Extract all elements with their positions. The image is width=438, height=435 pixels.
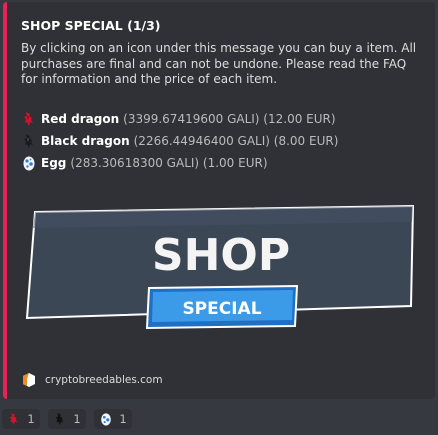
reaction-egg[interactable]: 1 bbox=[94, 409, 132, 429]
list-item: Red dragon (3399.67419600 GALI) (12.00 E… bbox=[21, 108, 431, 130]
reaction-count: 1 bbox=[73, 412, 81, 426]
list-item: Egg (283.30618300 GALI) (1.00 EUR) bbox=[21, 152, 431, 174]
banner-special-text: SPECIAL bbox=[182, 299, 261, 319]
reaction-black-dragon[interactable]: 1 bbox=[48, 409, 86, 429]
embed-description: By clicking on an icon under this messag… bbox=[21, 41, 417, 86]
item-price: (2266.44946400 GALI) (8.00 EUR) bbox=[133, 134, 339, 148]
reaction-red-dragon[interactable]: 1 bbox=[2, 409, 40, 429]
red-dragon-icon bbox=[9, 412, 18, 426]
cryptobreedables-logo-icon bbox=[23, 373, 35, 387]
item-list: Red dragon (3399.67419600 GALI) (12.00 E… bbox=[21, 108, 431, 174]
reaction-count: 1 bbox=[119, 412, 127, 426]
item-price: (283.30618300 GALI) (1.00 EUR) bbox=[70, 156, 268, 170]
embed-title: SHOP SPECIAL (1/3) bbox=[21, 18, 161, 33]
egg-icon bbox=[101, 413, 112, 426]
shop-special-banner-image: SHOP SPECIAL bbox=[25, 204, 415, 330]
red-dragon-icon bbox=[24, 112, 33, 126]
list-item: Black dragon (2266.44946400 GALI) (8.00 … bbox=[21, 130, 431, 152]
item-name: Egg bbox=[41, 156, 67, 170]
black-dragon-icon bbox=[24, 134, 33, 148]
footer-text[interactable]: cryptobreedables.com bbox=[45, 374, 163, 386]
black-dragon-icon bbox=[55, 412, 64, 426]
reaction-count: 1 bbox=[27, 412, 35, 426]
reaction-bar: 1 1 1 bbox=[2, 409, 140, 429]
banner-shop-text: SHOP bbox=[152, 230, 290, 281]
item-name: Red dragon bbox=[41, 112, 120, 126]
item-price: (3399.67419600 GALI) (12.00 EUR) bbox=[123, 112, 336, 126]
egg-icon bbox=[23, 156, 35, 171]
shop-embed: SHOP SPECIAL (1/3) By clicking on an ico… bbox=[3, 2, 435, 399]
embed-footer: cryptobreedables.com bbox=[21, 372, 163, 388]
item-name: Black dragon bbox=[41, 134, 130, 148]
